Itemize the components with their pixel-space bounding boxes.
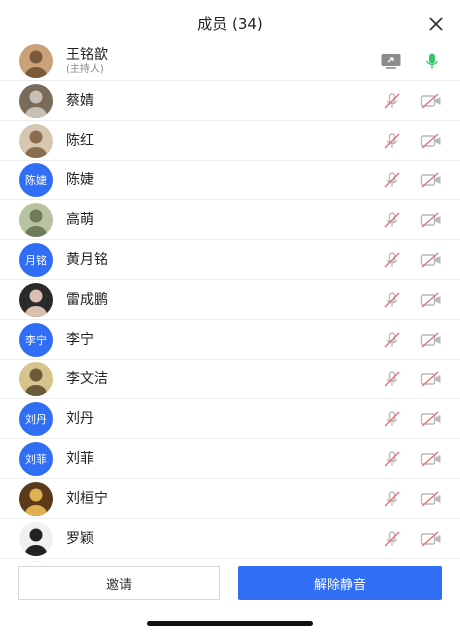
member-row[interactable]: 李文洁 <box>0 360 460 400</box>
mic-muted-icon[interactable] <box>383 92 401 110</box>
avatar <box>19 362 53 397</box>
member-name: 陈婕 <box>66 172 94 189</box>
mic-muted-icon[interactable] <box>383 331 401 349</box>
member-name: 雷成鹏 <box>66 291 108 308</box>
avatar <box>19 44 53 78</box>
camera-off-icon[interactable] <box>420 92 442 110</box>
avatar <box>19 561 53 562</box>
member-row[interactable]: 月铭 黄月铭 <box>0 241 460 280</box>
member-row[interactable]: 刘菲 刘菲 <box>0 440 460 479</box>
member-name-block: 雷成鹏 <box>66 291 108 309</box>
member-name: 罗颖 <box>66 530 94 547</box>
mic-muted-icon[interactable] <box>383 370 401 388</box>
avatar <box>19 203 53 238</box>
member-name-block: 陈婕 <box>66 171 94 189</box>
mic-muted-icon[interactable] <box>383 450 401 468</box>
page-title: 成员 (34) <box>197 14 263 33</box>
member-name-block: 李宁 <box>66 331 94 349</box>
member-list[interactable]: 王铭歆 (主持人) 蔡婧 陈红 陈婕 陈婕 高萌 月铭 黄月铭 雷成鹏 李宁 李宁 李文洁 刘丹 刘丹 刘菲刘… <box>0 42 460 562</box>
screen-share-icon[interactable] <box>380 52 402 70</box>
avatar: 刘菲 <box>19 441 53 476</box>
unmute-all-button[interactable]: 解除静音 <box>238 566 442 600</box>
avatar-initials: 刘丹 <box>25 413 47 427</box>
avatar-initials: 月铭 <box>25 253 47 267</box>
avatar <box>19 481 53 516</box>
avatar-initials: 刘菲 <box>25 452 47 466</box>
close-icon[interactable] <box>426 14 446 34</box>
member-name-block: 黄月铭 <box>66 251 108 269</box>
avatar: 刘丹 <box>19 402 53 437</box>
member-row[interactable]: 蔡婧 <box>0 82 460 121</box>
member-row[interactable]: 罗颖 <box>0 520 460 559</box>
member-row[interactable]: 宋丽丽 <box>0 559 460 562</box>
mic-muted-icon[interactable] <box>383 211 401 229</box>
member-name-block: 陈红 <box>66 132 94 150</box>
member-row[interactable]: 雷成鹏 <box>0 281 460 320</box>
avatar <box>19 521 53 556</box>
camera-off-icon[interactable] <box>420 211 442 229</box>
member-row[interactable]: 高萌 <box>0 201 460 241</box>
member-name: 刘桓宁 <box>66 490 108 507</box>
camera-off-icon[interactable] <box>420 530 442 548</box>
member-name: 陈红 <box>66 132 94 149</box>
member-name: 蔡婧 <box>66 92 94 109</box>
member-name-block: 刘菲 <box>66 450 94 468</box>
camera-off-icon[interactable] <box>420 410 442 428</box>
member-role: (主持人) <box>66 64 104 75</box>
member-name-block: 高萌 <box>66 211 94 229</box>
member-row[interactable]: 刘桓宁 <box>0 480 460 519</box>
invite-button[interactable]: 邀请 <box>18 566 220 600</box>
avatar <box>19 123 53 158</box>
avatar: 月铭 <box>19 242 53 277</box>
avatar-initials: 李宁 <box>25 333 47 347</box>
camera-off-icon[interactable] <box>420 450 442 468</box>
member-name: 刘丹 <box>66 411 94 428</box>
member-row[interactable]: 刘丹 刘丹 <box>0 400 460 440</box>
member-name-block: 罗颖 <box>66 530 94 548</box>
avatar <box>19 282 53 317</box>
member-name: 黄月铭 <box>66 251 108 268</box>
mic-muted-icon[interactable] <box>383 171 401 189</box>
mic-muted-icon[interactable] <box>383 291 401 309</box>
members-header: 成员 (34) <box>0 0 460 46</box>
member-name: 李文洁 <box>66 371 108 388</box>
member-row[interactable]: 李宁 李宁 <box>0 321 460 360</box>
camera-off-icon[interactable] <box>420 490 442 508</box>
mic-muted-icon[interactable] <box>383 490 401 508</box>
member-name: 刘菲 <box>66 450 94 467</box>
member-name-block: 王铭歆 (主持人) <box>66 46 108 76</box>
home-indicator <box>147 621 313 626</box>
member-name: 王铭歆 <box>66 47 108 63</box>
camera-off-icon[interactable] <box>420 370 442 388</box>
camera-off-icon[interactable] <box>420 171 442 189</box>
member-row[interactable]: 陈婕 陈婕 <box>0 161 460 201</box>
member-name: 李宁 <box>66 331 94 348</box>
mic-muted-icon[interactable] <box>383 251 401 269</box>
footer-actions: 邀请 解除静音 <box>0 566 460 606</box>
mic-muted-icon[interactable] <box>383 530 401 548</box>
camera-off-icon[interactable] <box>420 291 442 309</box>
member-row[interactable]: 陈红 <box>0 122 460 161</box>
camera-off-icon[interactable] <box>420 331 442 349</box>
avatar: 李宁 <box>19 322 53 357</box>
member-name: 高萌 <box>66 212 94 229</box>
avatar-initials: 陈婕 <box>25 174 47 188</box>
mic-on-icon[interactable] <box>423 52 441 70</box>
avatar: 陈婕 <box>19 163 53 198</box>
avatar <box>19 83 53 118</box>
camera-off-icon[interactable] <box>420 132 442 150</box>
member-name-block: 刘桓宁 <box>66 490 108 508</box>
camera-off-icon[interactable] <box>420 251 442 269</box>
member-name-block: 刘丹 <box>66 410 94 428</box>
mic-muted-icon[interactable] <box>383 410 401 428</box>
member-name-block: 李文洁 <box>66 370 108 388</box>
mic-muted-icon[interactable] <box>383 132 401 150</box>
member-name-block: 蔡婧 <box>66 92 94 110</box>
member-row[interactable]: 王铭歆 (主持人) <box>0 42 460 81</box>
